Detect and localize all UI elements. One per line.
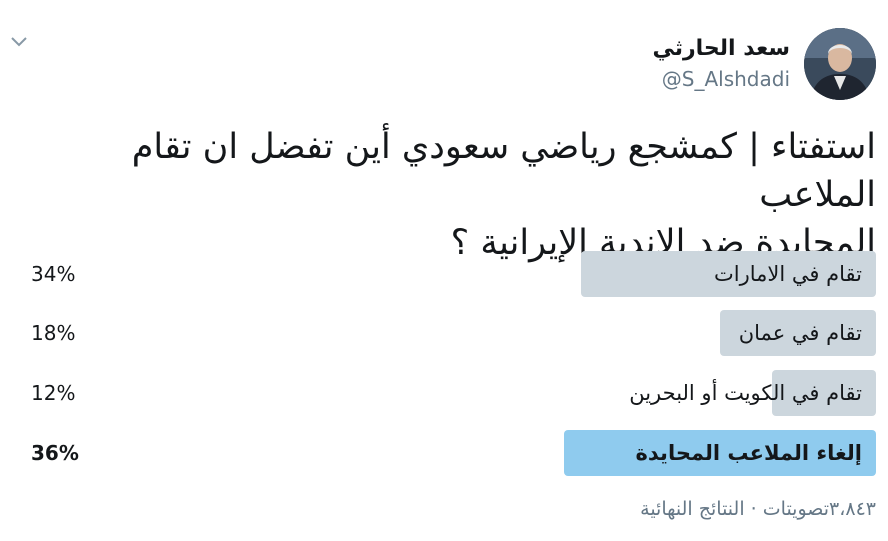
tweet-text: استفتاء | كمشجع رياضي سعودي أين تفضل ان …	[10, 123, 876, 267]
poll-status: النتائج النهائية	[640, 498, 745, 520]
user-names: سعد الحارثي @S_Alshdadi	[652, 34, 790, 94]
poll-option: إلغاء الملاعب المحايدة 36%	[0, 430, 888, 476]
poll-option-label: تقام في الكويت أو البحرين	[629, 381, 862, 405]
poll-option: تقام في الامارات 34%	[0, 251, 888, 297]
poll-option-percent: 34%	[31, 262, 76, 286]
poll-option-percent: 18%	[31, 321, 76, 345]
poll-option: تقام في عمان 18%	[0, 310, 888, 356]
poll-option: تقام في الكويت أو البحرين 12%	[0, 370, 888, 416]
tweet-header: سعد الحارثي @S_Alshdadi	[652, 26, 876, 102]
chevron-down-icon[interactable]	[10, 34, 28, 48]
separator-dot: ·	[750, 498, 757, 520]
poll-option-label: إلغاء الملاعب المحايدة	[635, 441, 862, 465]
display-name[interactable]: سعد الحارثي	[652, 34, 790, 64]
poll-footer: ٣،٨٤٣تصويتات · النتائج النهائية	[640, 498, 876, 520]
avatar[interactable]	[804, 28, 876, 100]
user-handle[interactable]: @S_Alshdadi	[652, 64, 790, 94]
vote-count: ٣،٨٤٣تصويتات	[762, 498, 876, 520]
poll-option-label: تقام في الامارات	[714, 262, 862, 286]
poll-option-percent: 12%	[31, 381, 76, 405]
tweet-text-line: استفتاء | كمشجع رياضي سعودي أين تفضل ان …	[131, 127, 876, 215]
poll-option-percent: 36%	[31, 441, 79, 465]
poll-option-label: تقام في عمان	[738, 321, 862, 345]
